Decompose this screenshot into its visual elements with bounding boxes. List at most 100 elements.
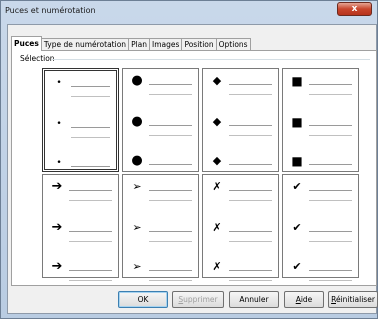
bullet-preview-line: ✔ — [289, 221, 352, 242]
bullet-preview-line: ● — [129, 73, 192, 95]
bullet-style-diamond[interactable]: ◆ ◆ ◆ — [202, 68, 279, 175]
arrow-bullet-icon: ➔ — [51, 220, 63, 235]
square-bullet-icon: ■ — [291, 115, 303, 129]
help-button-rest: ide — [300, 295, 313, 304]
preview-text-line — [69, 241, 112, 242]
x-mark-bullet-icon: ✗ — [212, 180, 222, 193]
bullet-preview-line: ➔ — [49, 259, 112, 281]
preview-text-line — [149, 200, 192, 201]
preview-text-line — [309, 241, 352, 242]
preview-text-line — [149, 94, 192, 95]
delete-button-rest: upprimer — [183, 295, 218, 304]
bullet-style-small-dot[interactable]: • • • — [42, 68, 119, 177]
bullet-preview-line: ✗ — [209, 260, 272, 281]
preview-text-line — [229, 164, 272, 165]
preview-text-line — [149, 241, 192, 242]
x-mark-bullet-icon: ✗ — [212, 221, 222, 234]
preview-text-line — [149, 280, 192, 281]
arrow-bullet-icon: ➔ — [51, 259, 63, 274]
title-bar[interactable]: Puces et numérotation x — [1, 1, 377, 21]
preview-text-line — [71, 137, 110, 138]
preview-text-line — [309, 231, 352, 232]
delete-button[interactable]: Supprimer — [172, 291, 224, 308]
bullet-preview-line: • — [51, 157, 110, 177]
arrowhead-bullet-icon: ➢ — [132, 260, 142, 273]
preview-text-line — [309, 135, 352, 136]
ok-button[interactable]: OK — [118, 291, 168, 308]
preview-text-line — [149, 125, 192, 126]
preview-text-line — [229, 84, 272, 85]
bullet-style-square[interactable]: ■ ■ ■ — [282, 68, 359, 175]
preview-text-line — [309, 164, 352, 165]
bullet-preview-line: ● — [129, 114, 192, 136]
preview-text-line — [309, 190, 352, 191]
preview-text-line — [71, 86, 110, 87]
check-mark-bullet-icon: ✔ — [292, 260, 302, 273]
preview-text-line — [309, 125, 352, 126]
preview-text-line — [149, 135, 192, 136]
bullet-preview-line: ◆ — [209, 115, 272, 136]
bullet-preview-line: • — [51, 77, 110, 97]
large-circle-bullet-icon: ● — [131, 114, 143, 129]
preview-text-line — [69, 280, 112, 281]
preview-text-line — [229, 94, 272, 95]
dialog-window: Puces et numérotation x Puces Type de nu… — [0, 0, 378, 319]
bullet-preview-line: ➔ — [49, 220, 112, 242]
close-icon: x — [351, 4, 358, 14]
small-dot-bullet-icon: • — [56, 158, 62, 168]
bullet-style-check-mark[interactable]: ✔ ✔ ✔ — [282, 174, 359, 281]
small-dot-bullet-icon: • — [56, 78, 62, 88]
bullet-style-arrowhead[interactable]: ➢ ➢ ➢ — [122, 174, 199, 281]
bullet-preview-line: ➔ — [49, 180, 112, 201]
preview-text-line — [229, 270, 272, 271]
bullet-preview-line: ✔ — [289, 181, 352, 201]
arrowhead-bullet-icon: ➢ — [132, 221, 142, 234]
bullet-style-arrow[interactable]: ➔ ➔ ➔ — [42, 174, 119, 281]
preview-text-line — [149, 84, 192, 85]
preview-text-line — [229, 241, 272, 242]
bullet-preview-line: ➢ — [129, 260, 192, 281]
diamond-bullet-icon: ◆ — [212, 74, 222, 87]
tab-strip: Puces Type de numérotation Plan Images P… — [11, 36, 251, 52]
preview-text-line — [309, 84, 352, 85]
bullet-preview-line: ● — [129, 153, 192, 175]
preview-text-line — [69, 200, 112, 201]
tab-puces[interactable]: Puces — [11, 36, 42, 51]
x-mark-bullet-icon: ✗ — [212, 260, 222, 273]
bullet-preview-line: ◆ — [209, 74, 272, 95]
diamond-bullet-icon: ◆ — [212, 154, 222, 167]
preview-text-line — [149, 190, 192, 191]
small-dot-bullet-icon: • — [56, 119, 62, 129]
preview-text-line — [69, 231, 112, 232]
preview-text-line — [309, 280, 352, 281]
selection-group-label: Sélection — [20, 54, 55, 63]
bullet-style-x-mark[interactable]: ✗ ✗ ✗ — [202, 174, 279, 281]
help-button[interactable]: Aide — [284, 291, 324, 308]
bullet-preview-line: ➢ — [129, 221, 192, 242]
large-circle-bullet-icon: ● — [131, 153, 143, 168]
square-bullet-icon: ■ — [291, 154, 303, 168]
bullet-preview-line: ✗ — [209, 180, 272, 201]
bullet-preview-line: ✔ — [289, 260, 352, 281]
square-bullet-icon: ■ — [291, 74, 303, 88]
tab-panel: Sélection • • • ● ● ● ◆ ◆ ◆ ■ ■ ■ ➔ ➔ ➔ ➢ ➢ ➢ ✗ ✗ ✗ ✔ ✔ ✔ — [11, 50, 377, 286]
large-circle-bullet-icon: ● — [131, 73, 143, 88]
bullet-preview-line: ■ — [289, 154, 352, 175]
reset-button-rest: éinitialiser — [335, 295, 375, 304]
preview-text-line — [149, 231, 192, 232]
cancel-button[interactable]: Annuler — [229, 291, 279, 308]
preview-text-line — [71, 127, 110, 128]
bullet-style-large-circle[interactable]: ● ● ● — [122, 68, 199, 175]
close-button[interactable]: x — [337, 2, 372, 16]
bullet-preview-line: ✗ — [209, 221, 272, 242]
bullet-preview-line: ➢ — [129, 181, 192, 201]
diamond-bullet-icon: ◆ — [212, 115, 222, 128]
preview-text-line — [69, 190, 112, 191]
reset-button[interactable]: Réinitialiser — [328, 291, 378, 308]
preview-text-line — [309, 270, 352, 271]
check-mark-bullet-icon: ✔ — [292, 221, 302, 234]
bullet-preview-line: ■ — [289, 115, 352, 136]
preview-text-line — [309, 200, 352, 201]
preview-text-line — [229, 190, 272, 191]
bullet-preview-line: ◆ — [209, 154, 272, 175]
